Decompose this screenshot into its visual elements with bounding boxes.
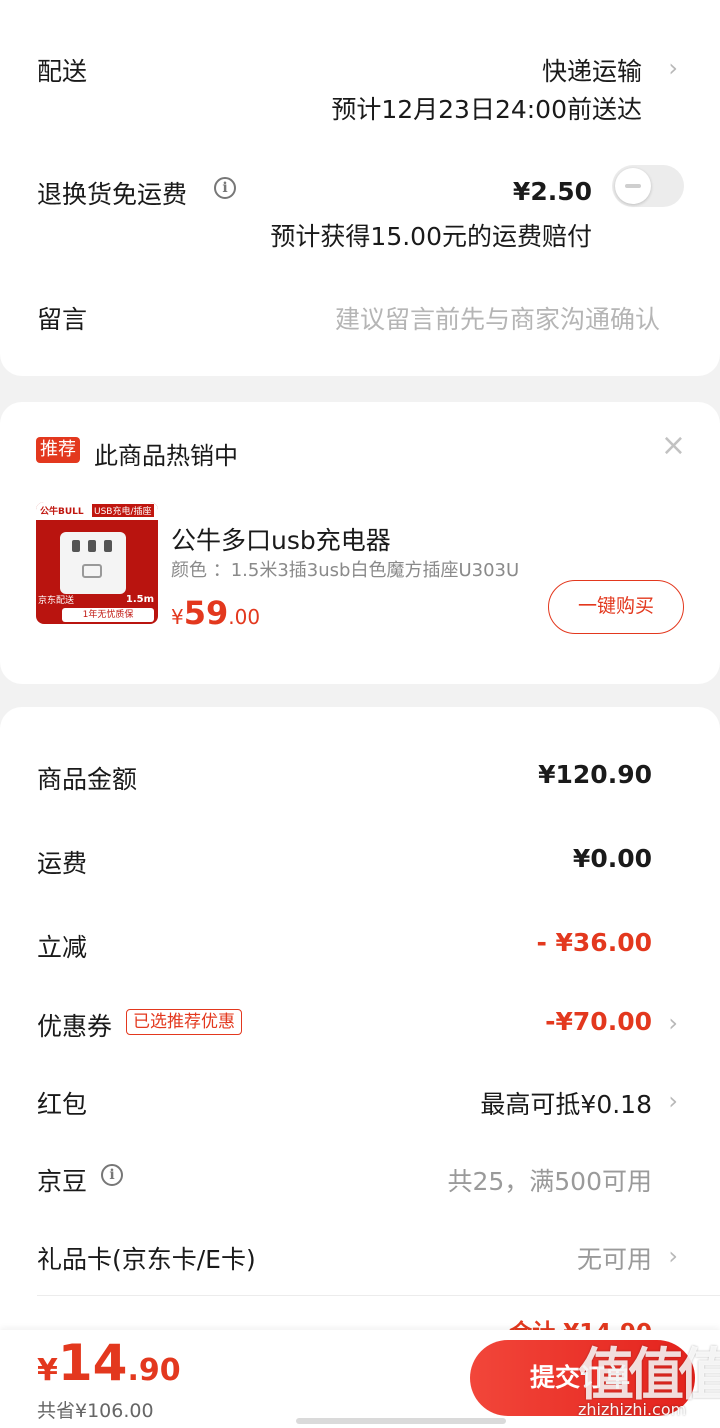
delivery-eta: 预计12月23日24:00前送达 xyxy=(331,95,642,124)
product-image-footer: 1年无忧质保 xyxy=(62,608,154,622)
jd-beans-label: 京豆 xyxy=(37,1167,88,1196)
delivery-card: 配送 快递运输 › 预计12月23日24:00前送达 退换货免运费 i ¥2.5… xyxy=(0,0,720,376)
recommend-card: 推荐 此商品热销中 × 公牛BULL USB充电/插座 1.5m 京东配送 1年… xyxy=(0,402,720,684)
coupon-tag: 已选推荐优惠 xyxy=(126,1009,242,1035)
shipping-fee-label: 运费 xyxy=(37,849,88,878)
close-icon[interactable]: × xyxy=(661,428,686,463)
home-indicator xyxy=(296,1418,506,1424)
recommend-title: 此商品热销中 xyxy=(94,442,238,470)
coupon-label: 优惠券 xyxy=(37,1012,113,1041)
saved-amount: 共省¥106.00 xyxy=(37,1400,154,1422)
return-shipping-note: 预计获得15.00元的运费赔付 xyxy=(270,222,592,251)
chevron-right-icon[interactable]: › xyxy=(668,1087,678,1115)
delivery-label: 配送 xyxy=(37,57,88,86)
summary-card: 商品金额 ¥120.90 运费 ¥0.00 立减 - ¥36.00 优惠券 已选… xyxy=(0,707,720,1428)
red-packet-label: 红包 xyxy=(37,1090,88,1119)
product-image-size: 1.5m xyxy=(125,594,154,605)
chevron-right-icon[interactable]: › xyxy=(668,1009,678,1037)
return-shipping-price: ¥2.50 xyxy=(512,177,592,206)
pay-amount: ¥14.90 xyxy=(37,1334,181,1392)
message-input[interactable]: 建议留言前先与商家沟通确认 xyxy=(335,300,660,336)
gift-card-value[interactable]: 无可用 xyxy=(577,1240,652,1276)
info-icon[interactable]: i xyxy=(101,1164,123,1186)
message-label: 留言 xyxy=(37,305,88,334)
info-icon[interactable]: i xyxy=(214,177,236,199)
buy-now-button[interactable]: 一键购买 xyxy=(548,580,684,634)
return-shipping-toggle[interactable] xyxy=(612,165,684,207)
instant-discount-value: - ¥36.00 xyxy=(536,928,652,957)
product-image-brand: 公牛BULL xyxy=(40,507,84,517)
chevron-right-icon[interactable]: › xyxy=(668,1242,678,1270)
delivery-method[interactable]: 快递运输 xyxy=(542,52,642,88)
coupon-value[interactable]: -¥70.00 xyxy=(545,1007,652,1036)
recommend-badge: 推荐 xyxy=(36,437,80,463)
chevron-right-icon[interactable]: › xyxy=(668,54,678,82)
product-price: ¥59.00 xyxy=(171,594,261,632)
product-image[interactable]: 公牛BULL USB充电/插座 1.5m 京东配送 1年无忧质保 xyxy=(36,502,158,624)
gift-card-label: 礼品卡(京东卡/E卡) xyxy=(37,1245,256,1274)
product-image-tag: USB充电/插座 xyxy=(92,504,154,517)
product-image-badge: 京东配送 xyxy=(38,596,75,606)
goods-amount-label: 商品金额 xyxy=(37,765,138,794)
goods-amount-value: ¥120.90 xyxy=(538,760,652,789)
watermark-logo: 值值值 xyxy=(578,1343,720,1408)
shipping-fee-value: ¥0.00 xyxy=(572,844,652,873)
divider xyxy=(37,1295,720,1296)
watermark-url: zhizhizhi.com xyxy=(578,1400,687,1419)
product-spec: 颜色 ：1.5米3插3usb白色魔方插座U303U xyxy=(171,560,520,581)
product-name[interactable]: 公牛多口usb充电器 xyxy=(171,521,391,557)
return-shipping-label: 退换货免运费 xyxy=(37,180,188,209)
jd-beans-value: 共25，满500可用 xyxy=(447,1167,652,1196)
instant-discount-label: 立减 xyxy=(37,933,88,962)
red-packet-value[interactable]: 最高可抵¥0.18 xyxy=(480,1085,652,1121)
